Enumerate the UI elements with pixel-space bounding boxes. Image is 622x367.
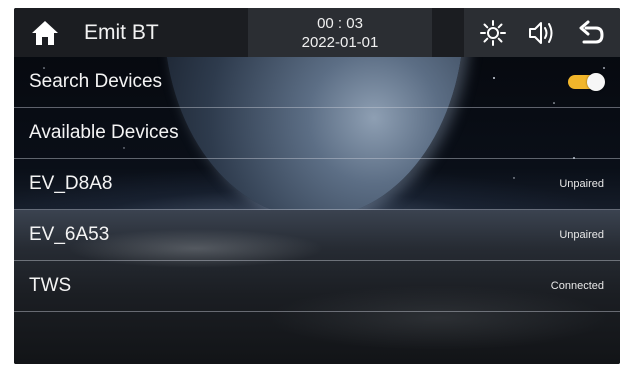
device-status: Unpaired (559, 229, 604, 241)
home-icon (32, 20, 58, 45)
clock-time: 00 : 03 (317, 14, 363, 32)
device-row[interactable]: TWS Connected (14, 261, 620, 312)
device-list: Search Devices Available Devices EV_D8A8… (14, 57, 620, 312)
search-devices-row: Search Devices (14, 57, 620, 108)
device-row[interactable]: EV_6A53 Unpaired (14, 210, 620, 261)
search-devices-toggle[interactable] (568, 73, 605, 91)
app-title: Emit BT (84, 20, 159, 44)
toggle-knob (587, 73, 605, 91)
available-devices-header: Available Devices (14, 108, 620, 159)
bt-screen: Emit BT 00 : 03 2022-01-01 Search Device… (14, 8, 620, 364)
clock: 00 : 03 2022-01-01 (248, 8, 432, 57)
brightness-icon (479, 19, 506, 46)
top-bar: Emit BT 00 : 03 2022-01-01 (14, 8, 620, 57)
volume-icon (528, 21, 553, 44)
device-name: EV_6A53 (29, 224, 110, 245)
back-button[interactable] (571, 13, 611, 53)
device-status: Unpaired (559, 178, 604, 190)
search-devices-label: Search Devices (29, 71, 163, 92)
device-name: TWS (29, 275, 72, 296)
home-button[interactable] (14, 8, 76, 57)
device-name: EV_D8A8 (29, 173, 113, 194)
brightness-button[interactable] (473, 13, 513, 53)
topbar-icons (464, 8, 620, 57)
device-status: Connected (550, 280, 604, 292)
back-icon (579, 20, 604, 43)
clock-date: 2022-01-01 (301, 33, 379, 51)
available-devices-label: Available Devices (29, 122, 179, 143)
device-row[interactable]: EV_D8A8 Unpaired (14, 159, 620, 210)
volume-button[interactable] (522, 13, 562, 53)
